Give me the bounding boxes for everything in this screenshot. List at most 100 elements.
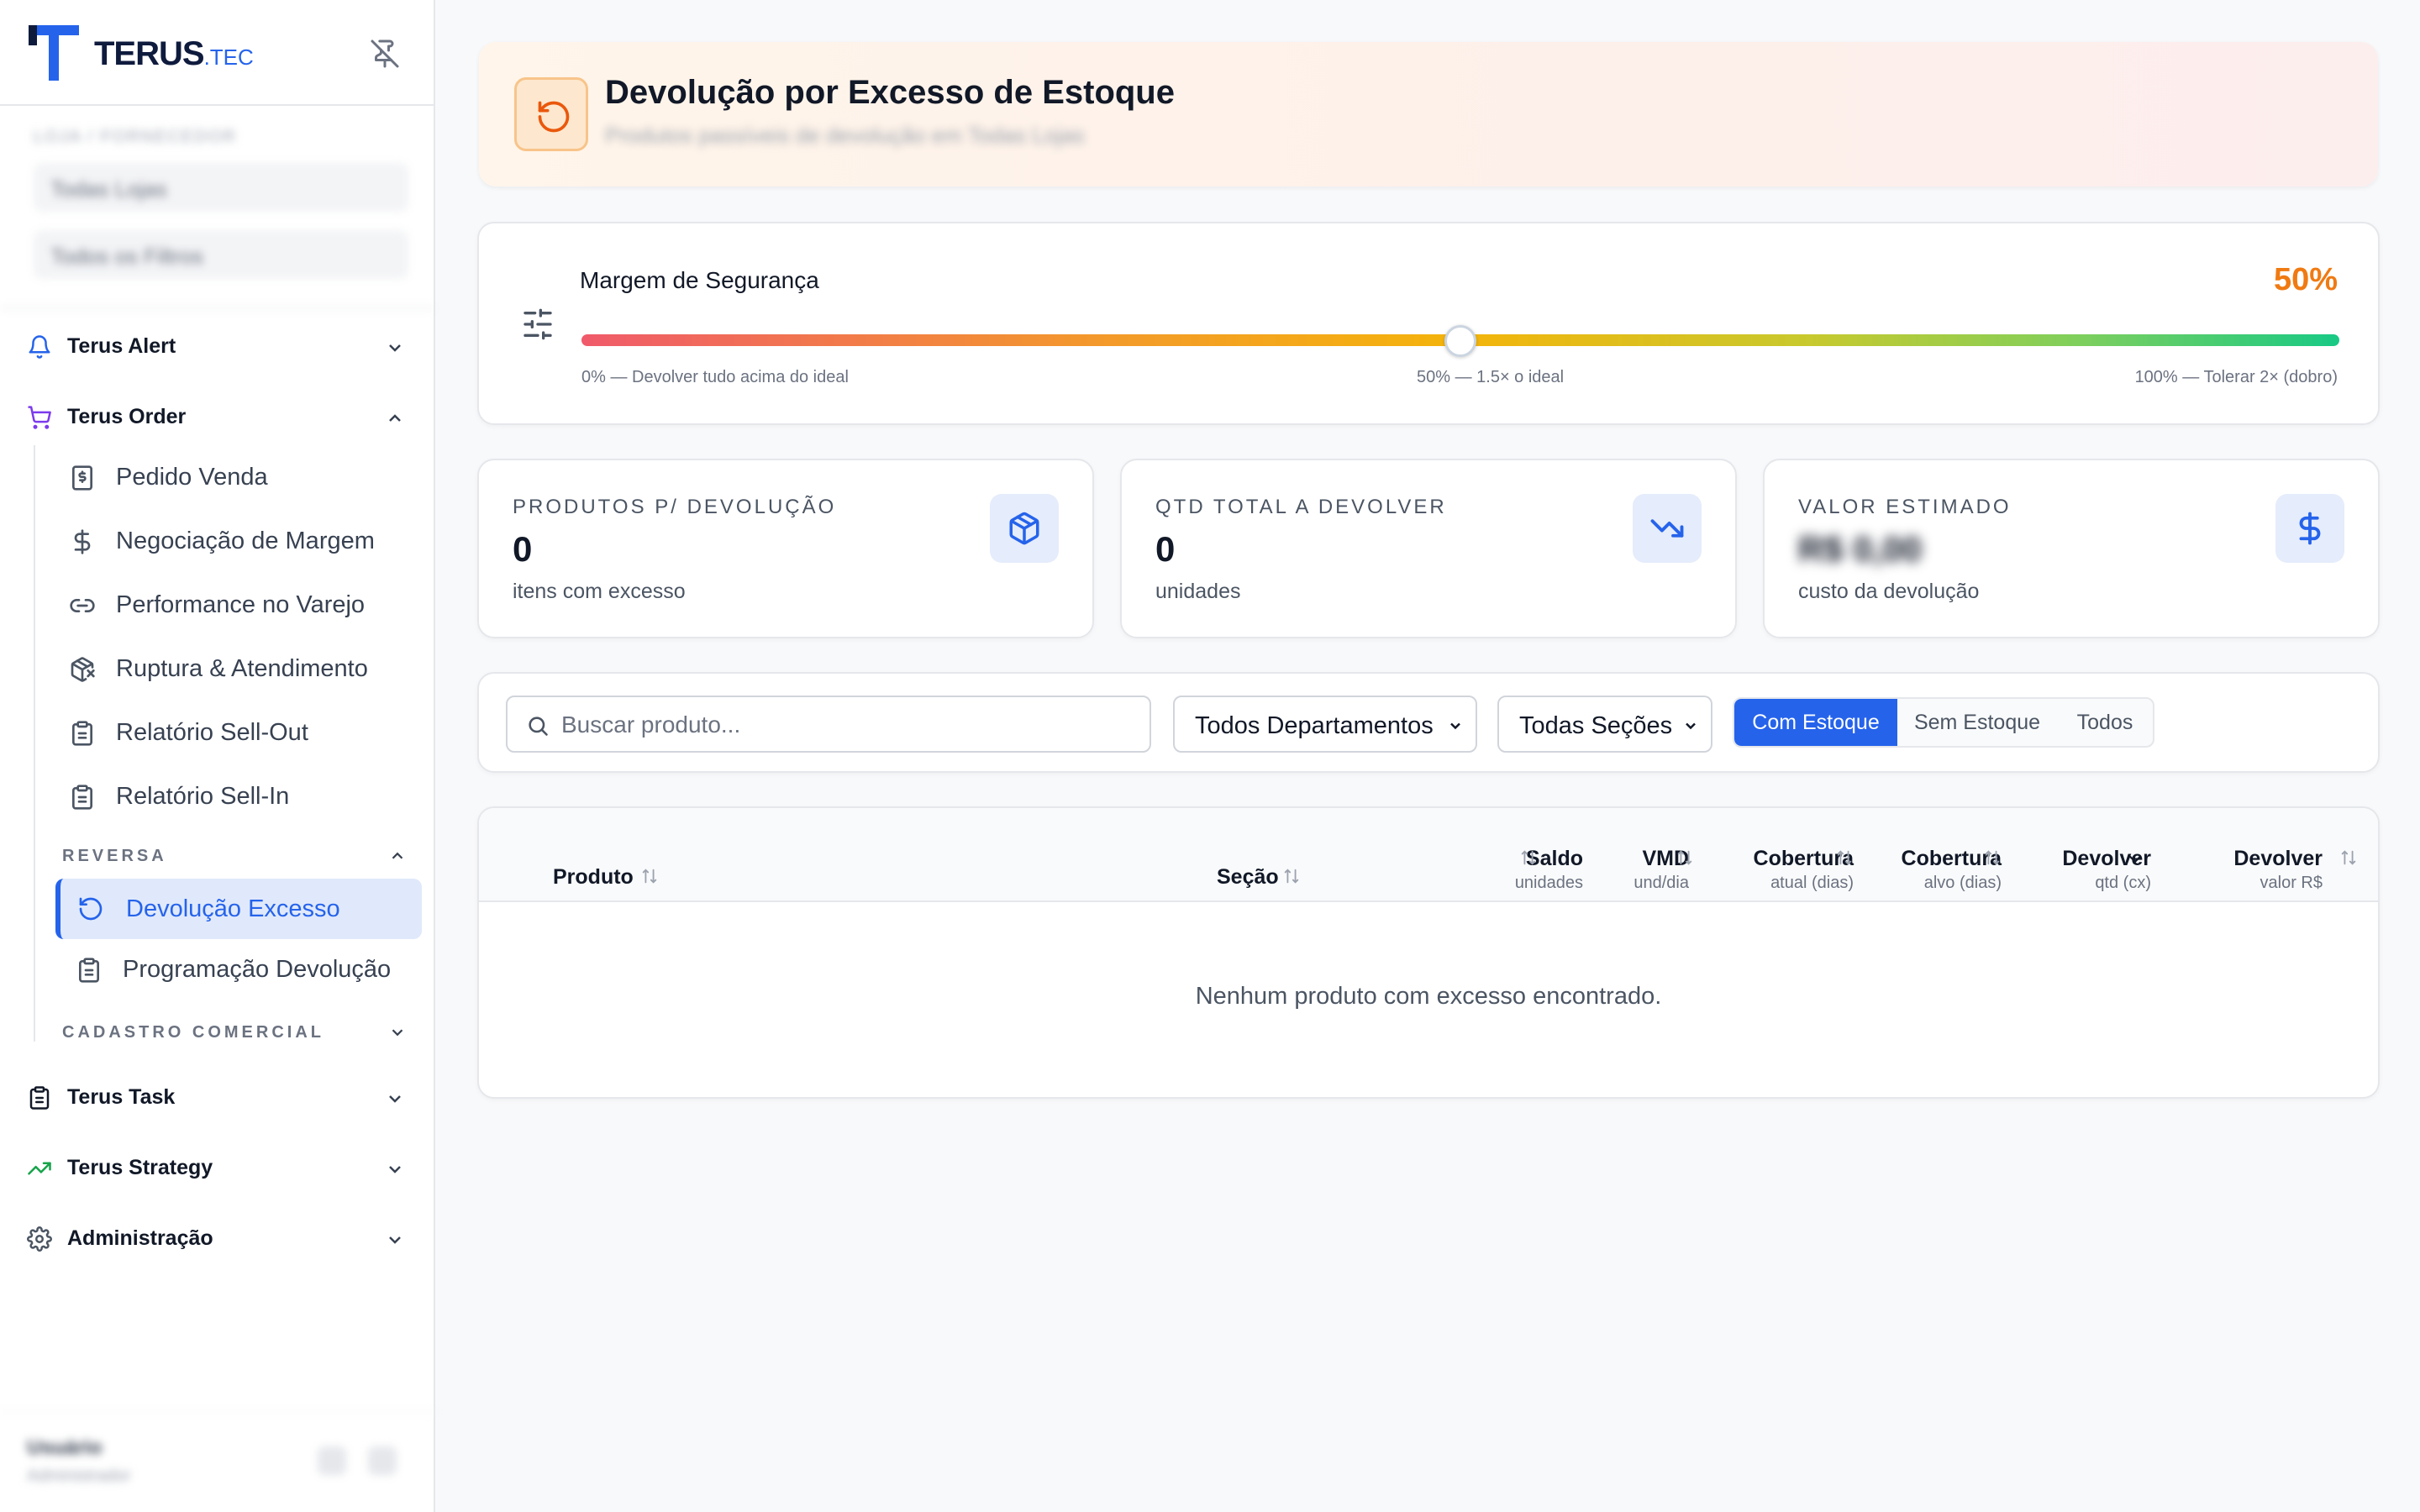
toggle-todos[interactable]: Todos xyxy=(2057,699,2153,746)
trending-up-icon xyxy=(28,1162,51,1175)
clipboard-icon xyxy=(29,1086,50,1110)
logo-bar: TERUS.TEC xyxy=(0,0,434,106)
safety-margin-title: Margem de Segurança xyxy=(580,267,819,293)
safety-margin-slider-thumb[interactable] xyxy=(1444,325,1476,357)
search-input[interactable] xyxy=(561,707,1133,743)
user-settings-icon[interactable] xyxy=(318,1446,346,1475)
user-role: Administrador xyxy=(27,1467,131,1485)
sort-icon[interactable] xyxy=(1282,867,1301,885)
stat-icon-box xyxy=(2275,494,2344,563)
dollar-icon xyxy=(74,529,91,554)
slider-tick-mid: 50% — 1.5× o ideal xyxy=(1417,368,1565,386)
chevron-down-icon[interactable] xyxy=(388,1023,407,1042)
column-header-cobertura-alvo[interactable]: Cobertura xyxy=(1852,847,2002,871)
products-table: Produto Seção Saldo unidades VMD und/dia… xyxy=(477,806,2380,1099)
package-x-icon xyxy=(71,657,95,682)
stat-value: 0 xyxy=(1155,529,1176,569)
nav-group-terus-alert[interactable]: Terus Alert xyxy=(0,321,435,371)
chevron-down-icon xyxy=(389,344,401,352)
filter-bar: Todos Departamentos Todas Seções Com Est… xyxy=(477,672,2380,773)
chevron-down-icon xyxy=(1686,722,1696,730)
search-box[interactable] xyxy=(506,696,1151,753)
sidebar-item-label: Ruptura & Atendimento xyxy=(116,655,368,682)
nav-group-label: Terus Alert xyxy=(67,334,176,358)
logout-icon[interactable] xyxy=(368,1446,397,1475)
nav-group-label: Administração xyxy=(67,1226,213,1250)
section-label-cadastro-comercial: CADASTRO COMERCIAL xyxy=(62,1023,324,1042)
page-subtitle: Produtos passíveis de devolução em Todas… xyxy=(605,123,1085,148)
department-select[interactable]: Todos Departamentos xyxy=(1173,696,1477,753)
table-empty-message: Nenhum produto com excesso encontrado. xyxy=(1195,983,1662,1010)
column-subheader-vmd: und/dia xyxy=(1634,874,1689,892)
page-title: Devolução por Excesso de Estoque xyxy=(605,74,1175,111)
nav-group-terus-strategy[interactable]: Terus Strategy xyxy=(0,1142,435,1193)
chevron-up-icon xyxy=(389,414,401,422)
page-header: Devolução por Excesso de Estoque Produto… xyxy=(479,42,2378,186)
user-profile[interactable]: Usuário Administrador xyxy=(0,1411,435,1512)
sidebar-item-devolucao-excesso[interactable]: Devolução Excesso xyxy=(55,879,422,939)
supplier-filter-select[interactable]: Todos os Filtros xyxy=(34,230,408,279)
sidebar-item-label: Relatório Sell-Out xyxy=(116,719,308,746)
sidebar-item-relatorio-sell-in[interactable]: Relatório Sell-In xyxy=(54,769,424,823)
sort-icon[interactable] xyxy=(640,867,659,885)
terus-logo-icon xyxy=(29,25,79,81)
sort-icon[interactable] xyxy=(1983,848,2002,867)
stat-sub: custo da devolução xyxy=(1798,580,1980,603)
stat-sub: unidades xyxy=(1155,580,1241,603)
nav-group-label: Terus Task xyxy=(67,1085,176,1109)
stat-card-produtos: PRODUTOS P/ DEVOLUÇÃO 0 itens com excess… xyxy=(477,459,1094,638)
rotate-ccw-icon xyxy=(79,897,103,921)
sidebar-item-negociacao-margem[interactable]: Negociação de Margem xyxy=(54,514,424,568)
tree-line xyxy=(34,445,35,1042)
department-select-value: Todos Departamentos xyxy=(1195,712,1434,739)
sidebar-item-pedido-venda[interactable]: Pedido Venda xyxy=(54,450,424,504)
chevron-up-icon[interactable] xyxy=(388,847,407,865)
toggle-sem-estoque[interactable]: Sem Estoque xyxy=(1897,699,2057,746)
sidebar-item-relatorio-sell-out[interactable]: Relatório Sell-Out xyxy=(54,706,424,759)
stat-value: 0 xyxy=(513,529,533,569)
sidebar-item-performance-varejo[interactable]: Performance no Varejo xyxy=(54,578,424,632)
safety-margin-card: Margem de Segurança 50% 0% — Devolver tu… xyxy=(477,222,2380,425)
store-filter-select[interactable]: Todas Lojas xyxy=(34,163,408,212)
column-header-devolver-valor[interactable]: Devolver xyxy=(2193,847,2323,871)
toggle-com-estoque[interactable]: Com Estoque xyxy=(1734,699,1897,746)
sidebar-item-label: Programação Devolução xyxy=(123,956,392,983)
column-subheader-saldo: unidades xyxy=(1514,874,1583,892)
sidebar-item-label: Performance no Varejo xyxy=(116,591,366,618)
column-header-secao[interactable]: Seção xyxy=(1217,865,1279,890)
stat-icon-box xyxy=(1633,494,1702,563)
unpin-sidebar-icon[interactable] xyxy=(370,39,400,69)
dollar-icon xyxy=(2299,512,2321,545)
sidebar-item-label: Negociação de Margem xyxy=(116,528,375,554)
stat-card-qtd-total: QTD TOTAL A DEVOLVER 0 unidades xyxy=(1120,459,1737,638)
chevron-down-icon xyxy=(1450,722,1460,730)
sort-icon[interactable] xyxy=(1676,848,1694,867)
nav-group-terus-order[interactable]: Terus Order xyxy=(0,391,435,442)
chevron-down-icon xyxy=(389,1166,401,1173)
nav-group-terus-task[interactable]: Terus Task xyxy=(0,1072,435,1122)
sidebar-item-ruptura-atendimento[interactable]: Ruptura & Atendimento xyxy=(54,642,424,696)
column-subheader-devolver-valor: valor R$ xyxy=(2260,874,2323,892)
clipboard-icon xyxy=(79,958,99,983)
column-subheader-devolver-qtd: qtd (cx) xyxy=(2095,874,2151,892)
bell-icon xyxy=(29,335,50,359)
nav-group-administracao[interactable]: Administração xyxy=(0,1213,435,1263)
sort-icon[interactable] xyxy=(1519,848,1538,867)
sort-desc-icon[interactable] xyxy=(2126,850,2144,869)
column-header-cobertura-atual[interactable]: Cobertura xyxy=(1706,847,1854,871)
column-header-produto[interactable]: Produto xyxy=(553,865,634,890)
sort-icon[interactable] xyxy=(1835,848,1854,867)
receipt-icon xyxy=(72,465,92,491)
sidebar-item-label: Devolução Excesso xyxy=(126,895,340,922)
section-select[interactable]: Todas Seções xyxy=(1497,696,1712,753)
sidebar-item-programacao-devolucao[interactable]: Programação Devolução xyxy=(60,942,430,996)
rotate-ccw-icon xyxy=(538,101,570,133)
column-subheader-cobertura-alvo: alvo (dias) xyxy=(1923,874,2002,892)
box-icon xyxy=(1009,512,1039,545)
stat-label: PRODUTOS P/ DEVOLUÇÃO xyxy=(513,496,837,518)
stat-sub: itens com excesso xyxy=(513,580,686,603)
sort-icon[interactable] xyxy=(2339,848,2358,867)
stat-icon-box xyxy=(990,494,1059,563)
sidebar-filters: LOJA / FORNECEDOR Todas Lojas Todos os F… xyxy=(0,106,434,309)
link-icon xyxy=(70,599,95,612)
